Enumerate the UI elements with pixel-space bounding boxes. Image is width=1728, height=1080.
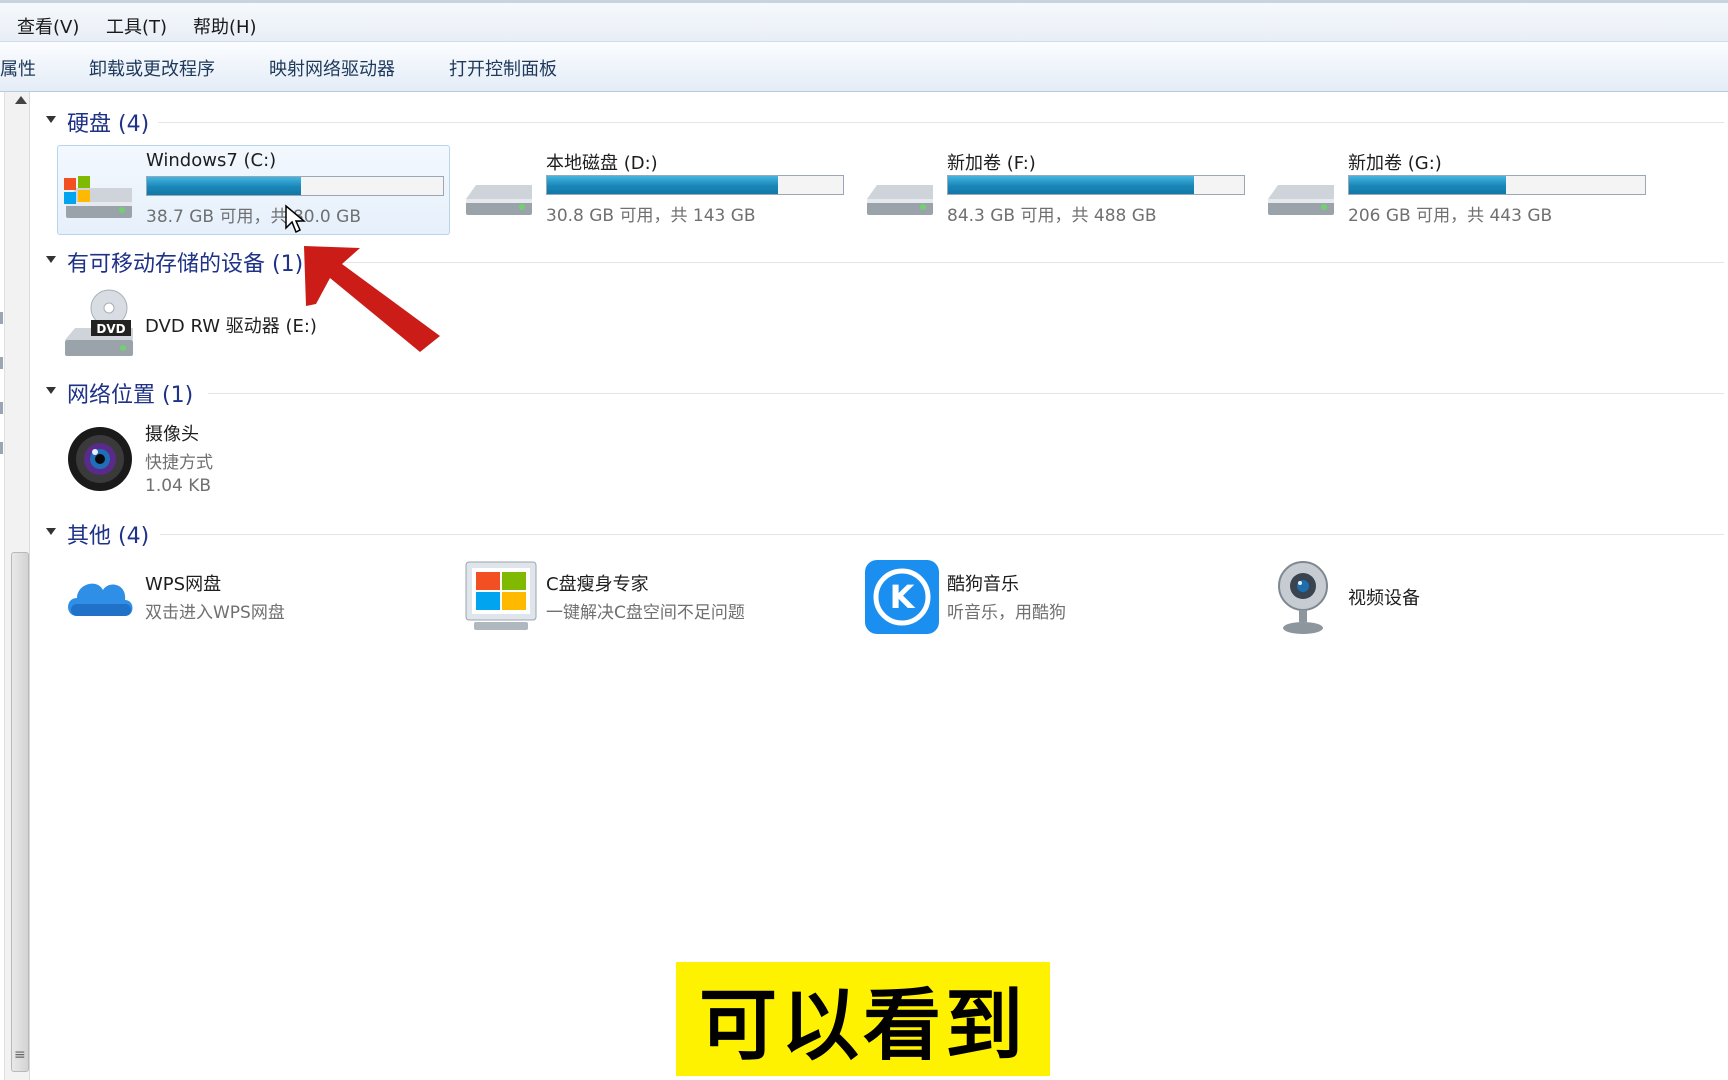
properties-button[interactable]: 属性: [0, 55, 36, 81]
menu-bar: 查看(V) 工具(T) 帮助(H): [0, 0, 1728, 42]
scroll-grip-icon: ≡: [14, 1047, 26, 1063]
group-divider: [160, 534, 1724, 535]
scroll-up-arrow-icon[interactable]: [15, 96, 27, 104]
red-annotation-arrow-icon: [304, 246, 440, 352]
drive-usage-text: 84.3 GB 可用，共 488 GB: [947, 206, 1157, 226]
dvd-drive-icon: DVD: [65, 289, 133, 356]
shortcut-type: 快捷方式: [145, 453, 213, 473]
open-control-panel-button[interactable]: 打开控制面板: [449, 55, 557, 81]
menu-help[interactable]: 帮助(H): [193, 13, 257, 39]
video-caption: 可以看到: [676, 962, 1050, 1076]
item-name: 视频设备: [1348, 588, 1420, 609]
drive-tile-g[interactable]: 新加卷 (G:) 206 GB 可用，共 443 GB: [1260, 145, 1653, 235]
menu-view[interactable]: 查看(V): [17, 13, 79, 39]
drive-usage-bar: [1348, 175, 1646, 195]
nav-pane-edge-mark: [0, 312, 3, 324]
shortcut-size: 1.04 KB: [145, 476, 212, 496]
drive-tile-f[interactable]: 新加卷 (F:) 84.3 GB 可用，共 488 GB: [859, 145, 1252, 235]
dvd-badge: DVD: [96, 322, 125, 336]
group-label: 有可移动存储的设备 (1): [67, 252, 304, 277]
drive-usage-bar: [947, 175, 1245, 195]
mouse-cursor-icon: [285, 204, 306, 234]
video-device-tile[interactable]: 视频设备: [1260, 558, 1653, 638]
command-toolbar: 属性 卸载或更改程序 映射网络驱动器 打开控制面板: [0, 42, 1728, 92]
collapse-arrow-icon[interactable]: [46, 256, 56, 263]
group-label: 网络位置 (1): [67, 383, 194, 408]
camera-shortcut-tile[interactable]: 摄像头 快捷方式 1.04 KB: [57, 418, 450, 508]
group-divider: [330, 262, 1724, 263]
drive-usage-text: 30.8 GB 可用，共 143 GB: [546, 206, 756, 226]
drive-usage-fill: [1349, 176, 1506, 194]
caption-text: 可以看到: [698, 981, 1027, 1071]
group-label: 硬盘 (4): [67, 112, 150, 137]
group-divider: [208, 393, 1724, 394]
camera-icon: [68, 427, 132, 491]
drive-usage-fill: [147, 177, 301, 195]
drive-tile-c[interactable]: Windows7 (C:) 38.7 GB 可用，共 80.0 GB: [57, 145, 450, 235]
drive-usage-bar: [146, 176, 444, 196]
drive-name: 新加卷 (G:): [1348, 153, 1442, 174]
group-label: 其他 (4): [67, 524, 150, 549]
c-slim-tile[interactable]: C盘瘦身专家 一键解决C盘空间不足问题: [458, 558, 851, 638]
scroll-thumb[interactable]: [11, 552, 29, 1072]
webcam-icon: [1278, 561, 1328, 634]
drive-usage-fill: [547, 176, 778, 194]
group-divider: [158, 122, 1724, 123]
item-desc: 双击进入WPS网盘: [145, 603, 285, 623]
uninstall-program-button[interactable]: 卸载或更改程序: [89, 55, 215, 81]
item-desc: 一键解决C盘空间不足问题: [546, 603, 745, 623]
drive-usage-text: 206 GB 可用，共 443 GB: [1348, 206, 1553, 226]
map-network-drive-button[interactable]: 映射网络驱动器: [269, 55, 395, 81]
hard-drive-icon: [867, 185, 933, 215]
nav-scrollbar[interactable]: ≡: [4, 92, 29, 1080]
nav-pane-edge-mark: [0, 402, 3, 414]
item-name: WPS网盘: [145, 574, 222, 595]
windows-monitor-icon: [465, 561, 537, 630]
collapse-arrow-icon[interactable]: [46, 387, 56, 394]
drive-usage-text: 38.7 GB 可用，共 80.0 GB: [146, 207, 361, 227]
collapse-arrow-icon[interactable]: [46, 116, 56, 123]
kugou-music-tile[interactable]: K 酷狗音乐 听音乐，用酷狗: [859, 558, 1252, 638]
drive-usage-bar: [546, 175, 844, 195]
collapse-arrow-icon[interactable]: [46, 528, 56, 535]
drive-name: 新加卷 (F:): [947, 153, 1036, 174]
drive-name: Windows7 (C:): [146, 150, 277, 171]
windows-drive-icon: [64, 176, 132, 218]
nav-pane-edge-mark: [0, 442, 3, 454]
kugou-icon: K: [865, 560, 939, 634]
hard-drive-icon: [1268, 185, 1334, 215]
drive-usage-fill: [948, 176, 1194, 194]
drive-tile-d[interactable]: 本地磁盘 (D:) 30.8 GB 可用，共 143 GB: [458, 145, 851, 235]
wps-cloud-tile[interactable]: WPS网盘 双击进入WPS网盘: [57, 558, 450, 638]
cloud-icon: [68, 583, 133, 616]
item-name: 酷狗音乐: [947, 574, 1019, 595]
item-desc: 听音乐，用酷狗: [947, 603, 1066, 623]
menu-tools[interactable]: 工具(T): [106, 13, 167, 39]
drive-name: 本地磁盘 (D:): [546, 153, 658, 174]
shortcut-name: 摄像头: [145, 424, 199, 445]
item-name: C盘瘦身专家: [546, 574, 649, 595]
hard-drive-icon: [466, 185, 532, 215]
kugou-letter: K: [890, 578, 916, 616]
nav-pane-edge-mark: [0, 357, 3, 369]
navigation-pane: ≡: [0, 92, 30, 1080]
